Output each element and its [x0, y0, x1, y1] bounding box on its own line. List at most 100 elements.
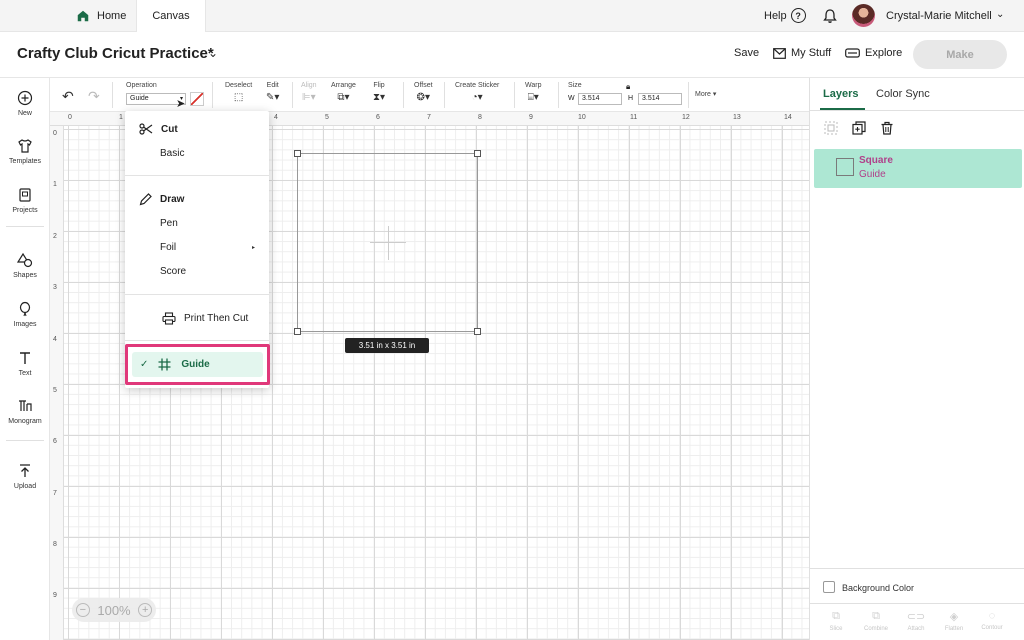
upload-icon — [20, 464, 30, 477]
sidebar-label-projects: Projects — [12, 207, 38, 214]
lock-icon[interactable]: 🔒︎ — [626, 82, 630, 92]
background-color-checkbox[interactable] — [823, 581, 835, 593]
height-input[interactable]: 3.514 — [638, 93, 682, 105]
tab-canvas-label: Canvas — [152, 10, 190, 22]
chevron-down-icon[interactable]: ⌄ — [208, 46, 218, 60]
menu-item-pen[interactable]: Pen — [160, 218, 178, 229]
offset-button[interactable]: Offset ❂▾ — [414, 82, 433, 103]
resize-handle[interactable] — [474, 328, 481, 335]
contour-label: Contour — [981, 625, 1003, 631]
ruler-tick: 0 — [53, 130, 57, 137]
flip-button[interactable]: Flip ⧗▾ — [373, 82, 385, 103]
combine-button[interactable]: ⧉ Combine — [858, 610, 894, 632]
sidebar-item-templates[interactable]: Templates — [0, 138, 50, 165]
tab-home[interactable]: Home — [66, 0, 136, 32]
toolbar-divider — [558, 82, 559, 108]
tab-canvas[interactable]: Canvas — [136, 0, 206, 32]
zoom-control: − 100% + — [72, 598, 156, 622]
width-input[interactable]: 3.514 — [578, 93, 622, 105]
sidebar-item-text[interactable]: Text — [0, 350, 50, 377]
chevron-down-icon[interactable]: ⌄ — [996, 9, 1004, 20]
sidebar-label-images: Images — [13, 321, 37, 328]
flatten-label: Flatten — [944, 626, 964, 632]
layer-item[interactable]: Square Guide — [814, 149, 1022, 188]
flatten-button[interactable]: ◈ Flatten — [936, 610, 972, 632]
printer-icon — [162, 312, 176, 325]
home-icon — [77, 10, 89, 22]
help-icon: ? — [790, 8, 806, 23]
resize-handle[interactable] — [294, 328, 301, 335]
bell-icon[interactable] — [822, 8, 838, 24]
zoom-in-button[interactable]: + — [138, 603, 153, 617]
arrange-button[interactable]: Arrange ⧉▾ — [331, 82, 356, 103]
menu-draw-label: Draw — [160, 194, 185, 205]
redo-icon[interactable]: ↷ — [88, 88, 100, 105]
shapes-icon — [17, 252, 33, 268]
ruler-tick: 6 — [376, 114, 380, 121]
flip-icon: ⧗▾ — [373, 92, 386, 103]
align-button[interactable]: Align ⊫▾ — [301, 82, 317, 103]
help-button[interactable]: Help ? — [764, 8, 806, 23]
zoom-out-button[interactable]: − — [75, 603, 90, 617]
create-sticker-button[interactable]: Create Sticker ◔▾ — [455, 82, 499, 103]
trash-icon[interactable] — [880, 121, 894, 135]
combine-icon: ⧉ — [872, 610, 880, 622]
sidebar-item-monogram[interactable]: Monogram — [0, 398, 50, 425]
ruler-tick: 4 — [53, 336, 57, 343]
warp-label: Warp — [525, 82, 542, 89]
cursor-icon: ➤ — [176, 98, 186, 110]
ruler-tick: 9 — [53, 592, 57, 599]
toolbar-divider — [514, 82, 515, 108]
avatar[interactable] — [852, 4, 875, 27]
pen-color-swatch[interactable] — [190, 92, 204, 106]
make-button[interactable]: Make — [913, 40, 1007, 69]
slice-icon: ⧉ — [832, 610, 840, 622]
monogram-icon — [19, 400, 32, 411]
user-name[interactable]: Crystal-Marie Mitchell — [886, 10, 992, 22]
save-button[interactable]: Save — [734, 47, 759, 59]
menu-item-score[interactable]: Score — [160, 266, 186, 277]
help-label: Help — [764, 9, 787, 22]
resize-handle[interactable] — [294, 150, 301, 157]
sidebar-item-upload[interactable]: Upload — [0, 463, 50, 490]
tab-color-sync[interactable]: Color Sync — [876, 88, 930, 100]
projects-icon — [19, 188, 31, 202]
explore-button[interactable]: Explore — [845, 47, 902, 59]
sidebar-item-shapes[interactable]: Shapes — [0, 252, 50, 279]
ruler-tick: 4 — [274, 114, 278, 121]
dimension-badge: 3.51 in x 3.51 in — [345, 338, 429, 353]
more-button[interactable]: More ▾ — [695, 90, 716, 98]
offset-icon: ❂▾ — [416, 92, 430, 103]
menu-divider — [125, 340, 269, 341]
warp-button[interactable]: Warp ⌸▾ — [525, 82, 541, 103]
attach-label: Attach — [907, 626, 925, 632]
edit-button[interactable]: Edit ✎▾ — [266, 82, 279, 103]
tab-layers[interactable]: Layers — [823, 88, 858, 100]
menu-item-print-then-cut[interactable]: Print Then Cut — [162, 312, 248, 325]
duplicate-icon[interactable] — [852, 121, 866, 135]
menu-item-foil[interactable]: Foil — [160, 242, 176, 253]
deselect-label: Deselect — [225, 82, 253, 89]
my-stuff-button[interactable]: My Stuff — [773, 47, 831, 59]
project-title[interactable]: Crafty Club Cricut Practice* — [17, 45, 214, 62]
undo-icon[interactable]: ↶ — [62, 88, 74, 105]
attach-button[interactable]: ⊂⊃ Attach — [898, 610, 934, 632]
menu-header-cut: Cut — [139, 123, 178, 135]
sidebar-item-images[interactable]: Images — [0, 301, 50, 328]
plus-circle-icon — [17, 90, 33, 106]
align-icon: ⊫▾ — [301, 92, 316, 103]
group-icon[interactable] — [824, 121, 838, 135]
guide-highlight-box — [125, 344, 270, 385]
resize-handle[interactable] — [474, 150, 481, 157]
menu-item-basic[interactable]: Basic — [160, 148, 184, 159]
sidebar-item-projects[interactable]: Projects — [0, 187, 50, 214]
sidebar-item-new[interactable]: New — [0, 90, 50, 117]
contour-button[interactable]: ◌ Contour — [974, 610, 1010, 631]
ruler-tick: 1 — [119, 114, 123, 121]
slice-button[interactable]: ⧉ Slice — [818, 610, 854, 632]
machine-icon — [845, 48, 860, 58]
sidebar-label-templates: Templates — [9, 158, 41, 165]
ruler-tick: 10 — [578, 114, 586, 121]
deselect-button[interactable]: Deselect ⬚ — [225, 82, 252, 103]
width-label: W — [568, 95, 575, 102]
